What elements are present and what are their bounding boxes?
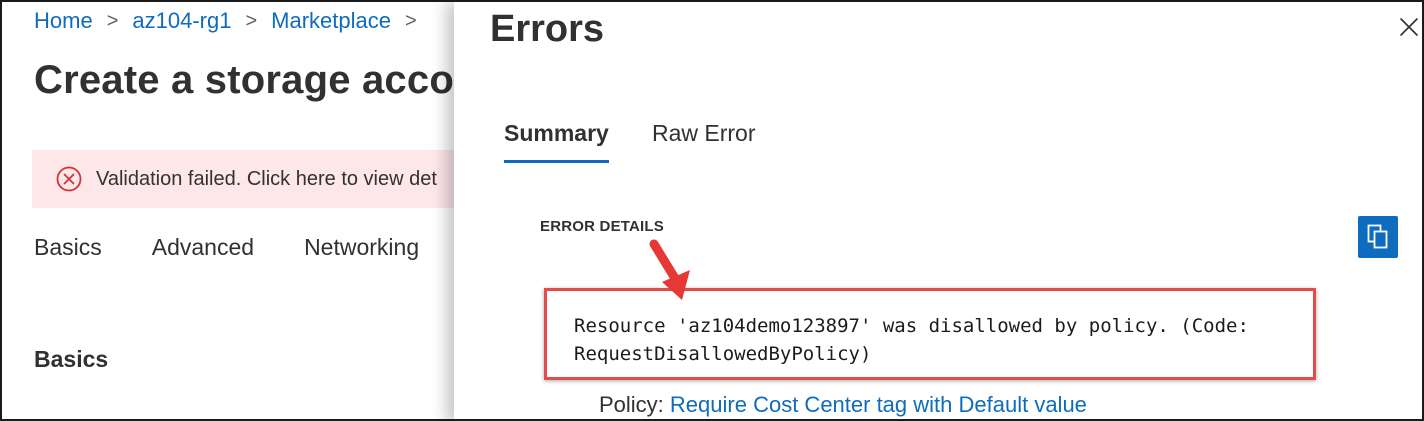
breadcrumb-chevron-icon: > [106, 9, 119, 32]
create-wizard-tabs: Basics Advanced Networking [34, 234, 469, 261]
breadcrumb-home[interactable]: Home [34, 8, 93, 34]
error-details-heading: ERROR DETAILS [540, 218, 664, 235]
error-message-line-2: RequestDisallowedByPolicy) [574, 343, 872, 365]
policy-row: Policy: Require Cost Center tag with Def… [599, 392, 1087, 418]
tab-advanced[interactable]: Advanced [152, 234, 254, 261]
breadcrumb-marketplace[interactable]: Marketplace [271, 8, 391, 34]
tab-networking[interactable]: Networking [304, 234, 419, 261]
validation-banner-text: Validation failed. Click here to view de… [96, 167, 437, 190]
policy-label: Policy: [599, 392, 664, 417]
validation-failed-banner[interactable]: Validation failed. Click here to view de… [32, 150, 462, 208]
tab-selected-indicator [504, 160, 609, 163]
create-storage-account-blade: Home > az104-rg1 > Marketplace > Create … [2, 2, 478, 419]
close-icon[interactable] [1396, 14, 1422, 40]
tab-basics[interactable]: Basics [34, 234, 102, 261]
copy-icon [1367, 224, 1388, 249]
error-message: Resource 'az104demo123897' was disallowe… [574, 312, 1334, 368]
page-title: Create a storage accou [34, 58, 479, 102]
tab-summary[interactable]: Summary [504, 120, 609, 163]
breadcrumb: Home > az104-rg1 > Marketplace > [34, 8, 431, 34]
copy-button[interactable] [1358, 216, 1398, 258]
screenshot-frame: Home > az104-rg1 > Marketplace > Create … [0, 0, 1424, 421]
tab-summary-label: Summary [504, 120, 609, 146]
breadcrumb-chevron-icon: > [245, 9, 258, 32]
breadcrumb-resource-group[interactable]: az104-rg1 [132, 8, 231, 34]
breadcrumb-chevron-icon: > [404, 9, 417, 32]
annotation-arrow-icon [649, 239, 690, 300]
tab-raw-error[interactable]: Raw Error [652, 120, 756, 147]
section-heading-basics: Basics [34, 346, 109, 372]
policy-link[interactable]: Require Cost Center tag with Default val… [670, 392, 1087, 417]
errors-panel: Errors Summary Raw Error ERROR DETAILS R… [454, 2, 1422, 419]
error-circle-icon [56, 166, 82, 192]
error-message-line-1: Resource 'az104demo123897' was disallowe… [574, 315, 1249, 337]
panel-title: Errors [490, 8, 605, 50]
tab-raw-error-label: Raw Error [652, 120, 756, 146]
